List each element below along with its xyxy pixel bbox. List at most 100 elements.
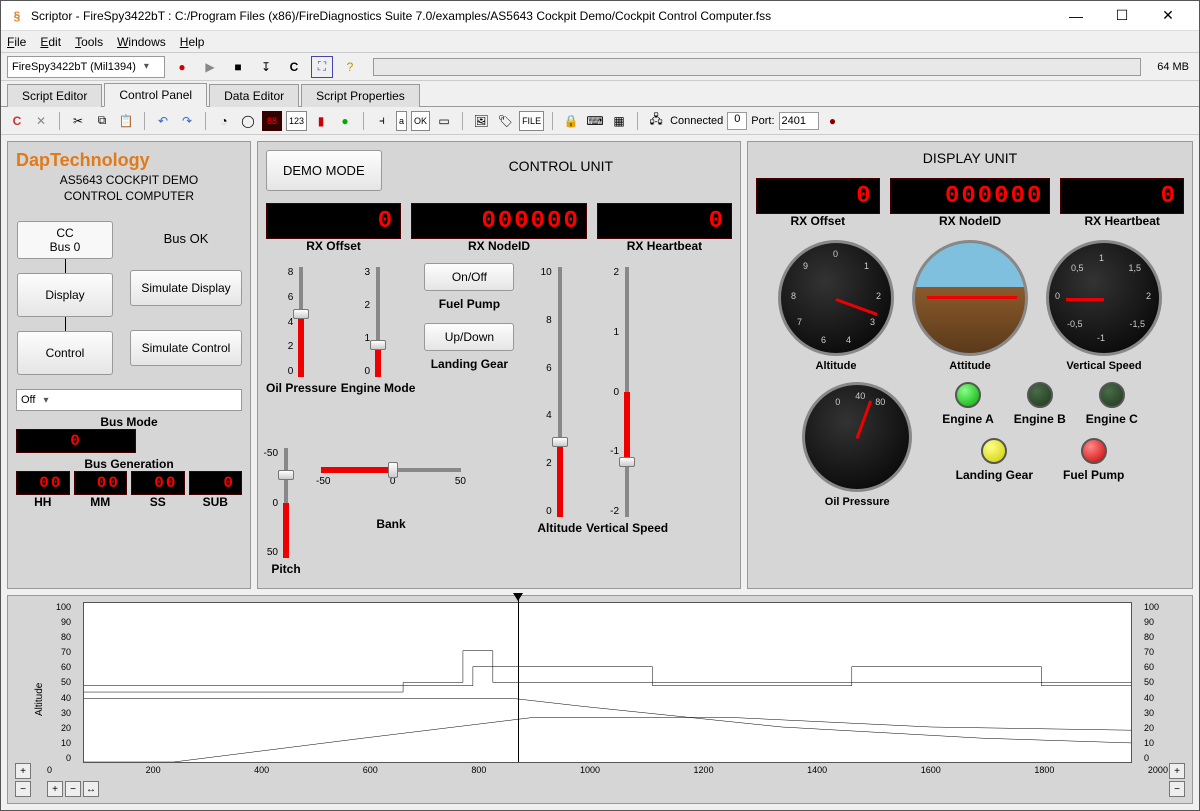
- tabstrip: Script Editor Control Panel Data Editor …: [1, 81, 1199, 107]
- engine-mode-slider[interactable]: 3210: [358, 263, 398, 381]
- oil-pressure-slider[interactable]: 86420: [281, 263, 321, 381]
- vspeed-gauge-label: Vertical Speed: [1066, 360, 1141, 372]
- menubar: File Edit Tools Windows Help: [1, 31, 1199, 53]
- grid-icon[interactable]: ▦: [609, 111, 629, 131]
- menu-windows[interactable]: Windows: [117, 35, 166, 49]
- simulate-control-button[interactable]: Simulate Control: [130, 330, 242, 366]
- expand-icon[interactable]: ⛶: [311, 56, 333, 78]
- lock-icon[interactable]: 🔒: [561, 111, 581, 131]
- menu-edit[interactable]: Edit: [40, 35, 61, 49]
- hh-lcd: 00: [16, 471, 70, 495]
- align-icon[interactable]: ⫞: [372, 111, 392, 131]
- engine-c-led: [1099, 382, 1125, 408]
- step-icon[interactable]: ↧: [255, 56, 277, 78]
- gauge-widget-icon[interactable]: ◔: [214, 111, 234, 131]
- connect-dot-icon[interactable]: ●: [823, 111, 843, 131]
- slider-widget-icon[interactable]: ▮: [311, 111, 331, 131]
- minimize-button[interactable]: —: [1053, 1, 1099, 31]
- tab-script-editor[interactable]: Script Editor: [7, 84, 102, 107]
- redo-icon[interactable]: ↷: [177, 111, 197, 131]
- bus-mode-lcd: 0: [16, 429, 136, 453]
- record-icon[interactable]: ●: [171, 56, 193, 78]
- image-widget-icon[interactable]: 🖼: [471, 111, 491, 131]
- ok-widget-icon[interactable]: OK: [411, 111, 430, 131]
- tab-data-editor[interactable]: Data Editor: [209, 84, 299, 107]
- chart-cursor[interactable]: [518, 595, 519, 762]
- pitch-label: Pitch: [271, 562, 300, 576]
- landing-gear-led-label: Landing Gear: [956, 468, 1033, 482]
- zoom-y-out-icon[interactable]: −: [15, 781, 31, 797]
- zoom-x-out-icon[interactable]: −: [65, 781, 81, 797]
- oil-gauge: 0 40 80: [802, 382, 912, 492]
- fuel-pump-led-label: Fuel Pump: [1063, 468, 1124, 482]
- chart-plot-area[interactable]: [83, 602, 1132, 763]
- tag-widget-icon[interactable]: 🏷: [495, 111, 515, 131]
- altitude-gauge: 0 1 2 3 4 6 7 8 9: [778, 240, 894, 356]
- undo-icon[interactable]: ↶: [153, 111, 173, 131]
- bank-slider[interactable]: [321, 464, 461, 476]
- sub-label: SUB: [189, 495, 243, 509]
- dropdown-widget-icon[interactable]: ▭: [434, 111, 454, 131]
- display-button[interactable]: Display: [17, 273, 113, 317]
- tab-control-panel[interactable]: Control Panel: [104, 83, 207, 107]
- sub-lcd: 0: [189, 471, 243, 495]
- commit-btn-icon[interactable]: C: [7, 111, 27, 131]
- menu-help[interactable]: Help: [180, 35, 205, 49]
- maximize-button[interactable]: ☐: [1099, 1, 1145, 31]
- tab-script-properties[interactable]: Script Properties: [301, 84, 420, 107]
- port-input[interactable]: [779, 112, 819, 130]
- device-combo[interactable]: FireSpy3422bT (Mil1394): [7, 56, 165, 78]
- chart-xticks: 0200400600800100012001400160018002000: [47, 763, 1168, 781]
- menu-tools[interactable]: Tools: [75, 35, 103, 49]
- lcd-widget-icon[interactable]: 88: [262, 111, 282, 131]
- led-widget-icon[interactable]: ●: [335, 111, 355, 131]
- progress-bar: [373, 58, 1141, 76]
- copy-icon[interactable]: ⧉: [92, 111, 112, 131]
- demo-mode-button[interactable]: DEMO MODE: [266, 150, 382, 191]
- pitch-slider[interactable]: -50050: [266, 444, 306, 562]
- app-window: § Scriptor - FireSpy3422bT : C:/Program …: [0, 0, 1200, 811]
- text-widget-icon[interactable]: a: [396, 111, 407, 131]
- commit-c-icon[interactable]: C: [283, 56, 305, 78]
- display-unit-title: DISPLAY UNIT: [756, 150, 1184, 166]
- updown-button[interactable]: Up/Down: [424, 323, 514, 351]
- zoom-y2-in-icon[interactable]: +: [1169, 763, 1185, 779]
- subtitle-2: CONTROL COMPUTER: [16, 189, 242, 203]
- paste-icon[interactable]: 📋: [116, 111, 136, 131]
- vspeed-label: Vertical Speed: [586, 521, 668, 535]
- control-button[interactable]: Control: [17, 331, 113, 375]
- chart-yticks-left: 1009080706050403020100: [47, 602, 75, 763]
- zoom-y-in-icon[interactable]: +: [15, 763, 31, 779]
- cut-icon[interactable]: ✂: [68, 111, 88, 131]
- main-area: DapTechnology AS5643 COCKPIT DEMO CONTRO…: [1, 135, 1199, 810]
- menu-file[interactable]: File: [7, 35, 26, 49]
- close-button[interactable]: ✕: [1145, 1, 1191, 31]
- play-icon[interactable]: ▶: [199, 56, 221, 78]
- network-icon[interactable]: 🖧: [646, 111, 666, 131]
- app-icon: §: [9, 8, 25, 24]
- zoom-y2-controls: + −: [1168, 602, 1186, 797]
- vspeed-slider[interactable]: 210-1-2: [607, 263, 647, 521]
- control-unit-title: CONTROL UNIT: [390, 158, 732, 174]
- help-icon[interactable]: ?: [339, 56, 361, 78]
- dial-widget-icon[interactable]: ◯: [238, 111, 258, 131]
- zoom-y-controls: + −: [14, 602, 32, 797]
- mode-combo[interactable]: Off: [16, 389, 242, 411]
- pan-icon[interactable]: ↔: [83, 781, 99, 797]
- zoom-x-in-icon[interactable]: +: [47, 781, 63, 797]
- mm-label: MM: [74, 495, 128, 509]
- simulate-display-button[interactable]: Simulate Display: [130, 270, 242, 306]
- file-widget-icon[interactable]: FILE: [519, 111, 544, 131]
- cc-bus-button[interactable]: CC Bus 0: [17, 221, 113, 259]
- bus-mode-label: Bus Mode: [16, 415, 242, 429]
- engine-a-led: [955, 382, 981, 408]
- stop-icon[interactable]: ■: [227, 56, 249, 78]
- number-widget-icon[interactable]: 123: [286, 111, 307, 131]
- altitude-slider[interactable]: 1086420: [540, 263, 580, 521]
- du-rx-nodeid-lcd: 000000: [890, 178, 1051, 214]
- onoff-button[interactable]: On/Off: [424, 263, 514, 291]
- keyboard-icon[interactable]: ⌨: [585, 111, 605, 131]
- du-rx-offset-lcd: 0: [756, 178, 880, 214]
- zoom-y2-out-icon[interactable]: −: [1169, 781, 1185, 797]
- delete-x-icon[interactable]: ✕: [31, 111, 51, 131]
